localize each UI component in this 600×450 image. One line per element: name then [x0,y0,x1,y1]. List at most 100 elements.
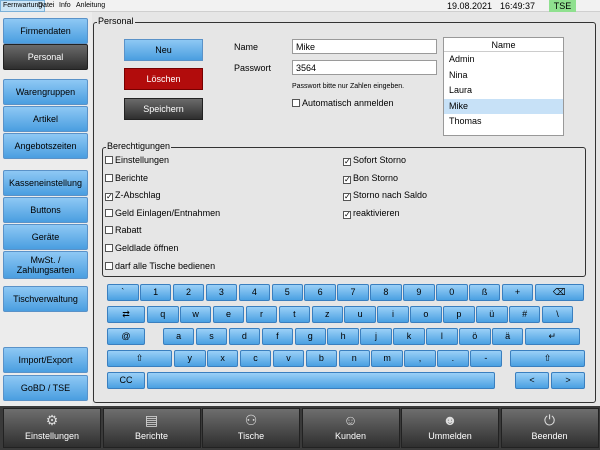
key-y[interactable]: y [174,350,206,367]
enter-icon[interactable]: ↵ [524,328,580,345]
checkbox-box[interactable]: ✓ [105,193,113,202]
menu-datei[interactable]: Datei [36,0,56,12]
auto-login-checkbox[interactable]: Automatisch anmelden [292,98,394,108]
checkbox-box[interactable] [105,226,113,235]
key-sym7[interactable]: , [404,350,436,367]
permission-darf-alle-tische-bedienen[interactable]: darf alle Tische bedienen [105,261,215,271]
key-ö[interactable]: ö [459,328,491,345]
key-g[interactable]: g [294,328,326,345]
list-item-mike[interactable]: Mike [444,98,563,114]
key-w[interactable]: w [179,306,212,323]
key-ß[interactable]: ß [468,284,501,301]
key-e[interactable]: e [212,306,245,323]
key-k[interactable]: k [393,328,425,345]
checkbox-box[interactable] [105,173,113,182]
key-1[interactable]: 1 [139,284,172,301]
key-4[interactable]: 4 [238,284,271,301]
tische-button[interactable]: ⚇ Tische [202,408,300,448]
key-u[interactable]: u [344,306,376,323]
password-input[interactable] [292,60,437,75]
key-9[interactable]: 9 [403,284,435,301]
sidebar-item-kasseneinstellung[interactable]: Kasseneinstellung [3,170,88,196]
key-sym8[interactable]: . [437,350,469,367]
key-right-arrow[interactable]: > [551,372,585,389]
key-7[interactable]: 7 [337,284,369,301]
key-sym11[interactable]: # [508,306,541,323]
key-ä[interactable]: ä [491,328,524,345]
key-z[interactable]: z [311,306,343,323]
save-button[interactable]: Speichern [124,98,203,120]
key-m[interactable]: m [371,350,403,367]
key-6[interactable]: 6 [304,284,336,301]
new-button[interactable]: Neu [124,39,203,61]
ummelden-button[interactable]: ☻ Ummelden [401,408,499,448]
permission-geldlade-öffnen[interactable]: Geldlade öffnen [105,243,178,253]
checkbox-box[interactable]: ✓ [343,158,351,166]
permission-rabatt[interactable]: Rabatt [105,225,142,235]
sidebar-item-buttons[interactable]: Buttons [3,197,88,223]
key-q[interactable]: q [147,306,179,323]
beenden-button[interactable]: ⏻ Beenden [500,408,599,448]
tab-icon[interactable]: ⇄ [107,306,145,323]
permission-sofort-storno[interactable]: ✓ Sofort Storno [343,155,406,166]
checkbox-box[interactable] [105,208,113,217]
berichte-button[interactable]: ▤ Berichte [102,408,201,448]
sidebar-item-import-export[interactable]: Import/Export [3,347,88,373]
checkbox-box[interactable] [292,99,300,107]
permission-bon-storno[interactable]: ✓ Bon Storno [343,173,398,184]
shift-right-icon[interactable]: ⇧ [510,350,585,367]
checkbox-box[interactable] [105,156,113,164]
sidebar-item-artikel[interactable]: Artikel [3,106,88,132]
checkbox-box[interactable]: ✓ [343,175,351,184]
list-item-thomas[interactable]: Thomas [444,114,563,130]
permission-einstellungen[interactable]: Einstellungen [105,155,169,165]
permission-geld-einlagen-entnahmen[interactable]: Geld Einlagen/Entnahmen [105,208,220,218]
key-sym12[interactable]: + [501,284,534,301]
key-x[interactable]: x [206,350,239,367]
key-s[interactable]: s [195,328,228,345]
list-item-laura[interactable]: Laura [444,83,563,99]
key-0[interactable]: 0 [436,284,468,301]
checkbox-box[interactable] [105,261,113,270]
key-ü[interactable]: ü [476,306,508,323]
sidebar-item-angebotszeiten[interactable]: Angebotszeiten [3,133,88,159]
permission-reaktivieren[interactable]: ✓ reaktivieren [343,208,400,219]
key-5[interactable]: 5 [271,284,303,301]
backspace-icon[interactable]: ⌫ [534,284,584,301]
checkbox-box[interactable]: ✓ [343,193,351,202]
key-left-arrow[interactable]: < [515,372,549,389]
key-b[interactable]: b [305,350,338,367]
space-bar[interactable] [147,372,495,389]
delete-button[interactable]: Löschen [124,68,203,90]
key-sym12[interactable]: \ [541,306,574,323]
checkbox-box[interactable]: ✓ [343,210,351,219]
permission-storno-nach-saldo[interactable]: ✓ Storno nach Saldo [343,190,427,202]
key-t[interactable]: t [278,306,311,323]
key-c[interactable]: c [239,350,272,367]
key-cc[interactable]: CC [107,372,145,389]
name-input[interactable] [292,39,437,54]
key-a[interactable]: a [162,328,195,345]
list-item-nina[interactable]: Nina [444,68,563,84]
sidebar-item-personal[interactable]: Personal [3,44,88,70]
key-p[interactable]: p [443,306,475,323]
key-sym9[interactable]: - [470,350,502,367]
sidebar-item-gobd-tse[interactable]: GoBD / TSE [3,375,88,401]
key-o[interactable]: o [410,306,442,323]
sidebar-item-warengruppen[interactable]: Warengruppen [3,79,88,105]
sidebar-item-tischverwaltung[interactable]: Tischverwaltung [3,286,88,312]
key-l[interactable]: l [426,328,458,345]
checkbox-box[interactable] [105,244,113,252]
key-r[interactable]: r [245,306,278,323]
key-d[interactable]: d [228,328,261,345]
kunden-button[interactable]: ☺ Kunden [301,408,400,448]
key-3[interactable]: 3 [205,284,238,301]
key-sym0[interactable]: ` [107,284,139,301]
menu-info[interactable]: Info [57,0,73,12]
key-8[interactable]: 8 [370,284,402,301]
key-j[interactable]: j [360,328,392,345]
key-v[interactable]: v [272,350,305,367]
permission-berichte[interactable]: Berichte [105,173,148,183]
menu-anleitung[interactable]: Anleitung [74,0,107,12]
sidebar-item-firmendaten[interactable]: Firmendaten [3,18,88,44]
